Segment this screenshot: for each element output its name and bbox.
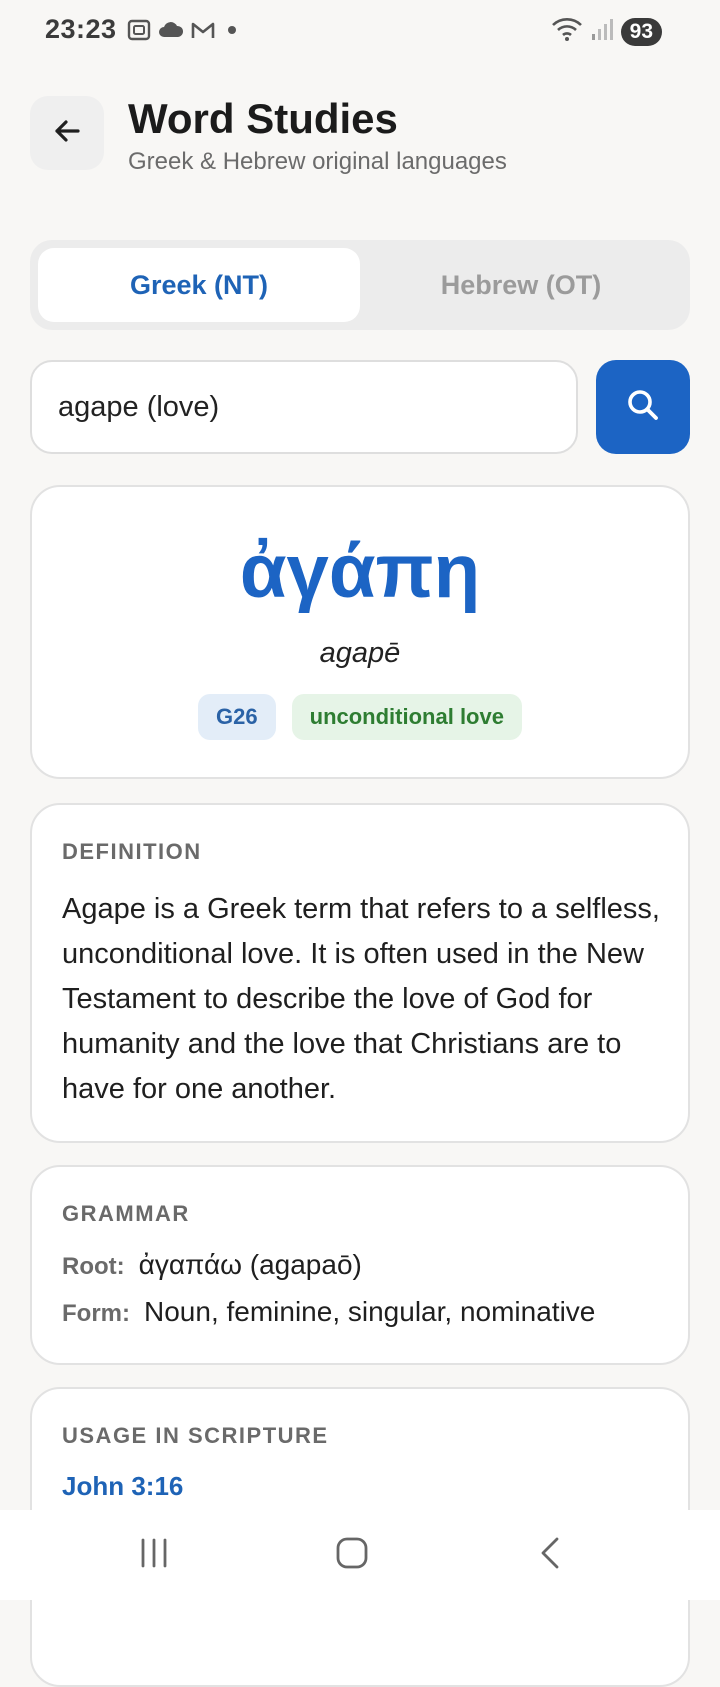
grammar-root-row: Root: ἀγαπάω (agapaō) — [62, 1249, 362, 1281]
home-button[interactable] — [312, 1530, 392, 1580]
home-icon — [334, 1535, 370, 1576]
battery-indicator: 93 — [620, 17, 662, 46]
system-nav-bar — [0, 1510, 720, 1600]
original-word: ἀγάπη — [239, 529, 481, 614]
tab-hebrew[interactable]: Hebrew (OT) — [360, 248, 682, 322]
grammar-card: GRAMMAR Root: ἀγαπάω (agapaō) Form: Noun… — [30, 1165, 690, 1365]
signal-icon — [591, 17, 613, 46]
root-value: ἀγαπάω (agapaō) — [138, 1249, 362, 1280]
definition-label: DEFINITION — [62, 839, 202, 864]
grammar-form-row: Form: Noun, feminine, singular, nominati… — [62, 1296, 595, 1328]
page-header: Word Studies Greek & Hebrew original lan… — [30, 96, 690, 188]
tab-greek[interactable]: Greek (NT) — [38, 248, 360, 322]
search-icon — [625, 387, 661, 428]
root-key: Root: — [62, 1253, 125, 1280]
gmail-icon — [190, 20, 216, 45]
word-badges: G26 unconditional love — [32, 694, 688, 740]
gloss-badge: unconditional love — [291, 694, 522, 740]
status-icons-right: 93 — [551, 16, 662, 47]
screenshot-icon — [126, 18, 152, 47]
search-input[interactable] — [30, 360, 578, 454]
form-key: Form: — [62, 1300, 130, 1327]
recent-apps-button[interactable] — [114, 1530, 194, 1580]
back-nav-button[interactable] — [510, 1530, 590, 1580]
word-card: ἀγάπη agapē G26 unconditional love — [30, 485, 690, 779]
definition-text: Agape is a Greek term that refers to a s… — [62, 893, 660, 1105]
cloud-icon — [158, 20, 184, 45]
wifi-icon — [551, 16, 583, 47]
dot-icon — [222, 20, 242, 45]
language-tabs: Greek (NT) Hebrew (OT) — [30, 240, 690, 330]
grammar-label: GRAMMAR — [62, 1201, 190, 1226]
page-title: Word Studies — [128, 95, 398, 142]
status-bar: 23:23 93 — [0, 0, 720, 62]
back-icon — [535, 1535, 565, 1576]
form-value: Noun, feminine, singular, nominative — [144, 1296, 596, 1327]
status-icons-left — [126, 18, 242, 47]
recent-apps-icon — [137, 1536, 171, 1575]
usage-label: USAGE IN SCRIPTURE — [62, 1423, 329, 1448]
status-time: 23:23 — [45, 14, 117, 44]
scripture-reference-link[interactable]: John 3:16 — [62, 1471, 183, 1502]
transliteration: agapē — [319, 637, 401, 669]
back-button[interactable] — [30, 96, 104, 170]
page-subtitle: Greek & Hebrew original languages — [128, 148, 507, 175]
arrow-left-icon — [50, 114, 84, 153]
definition-card: DEFINITION Agape is a Greek term that re… — [30, 803, 690, 1143]
search-button[interactable] — [596, 360, 690, 454]
strongs-number-badge: G26 — [198, 694, 276, 740]
